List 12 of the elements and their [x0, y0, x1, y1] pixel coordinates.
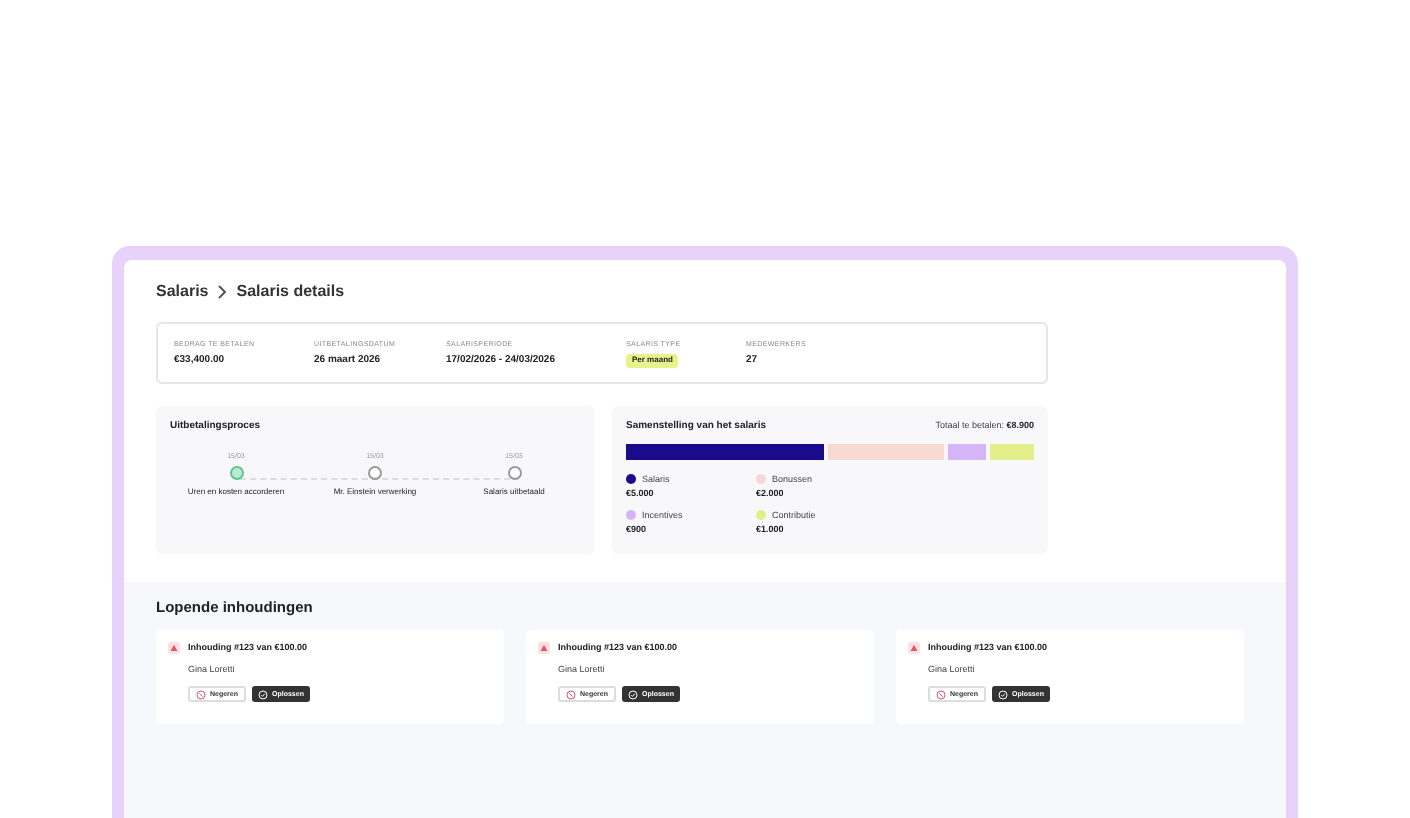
- chevron-icon: [216, 284, 229, 300]
- cancel-icon: [196, 689, 206, 700]
- check-icon: [998, 689, 1009, 700]
- warning-icon: [538, 642, 550, 654]
- warning-icon: [908, 642, 920, 654]
- breadcrumb-item: Salaris details: [236, 282, 345, 302]
- breadcrumb-item[interactable]: Salaris: [156, 282, 209, 302]
- check-icon: [628, 689, 639, 700]
- check-icon: [258, 689, 269, 700]
- warning-icon: [168, 642, 180, 654]
- cancel-icon: [936, 689, 946, 700]
- cancel-icon: [566, 689, 576, 700]
